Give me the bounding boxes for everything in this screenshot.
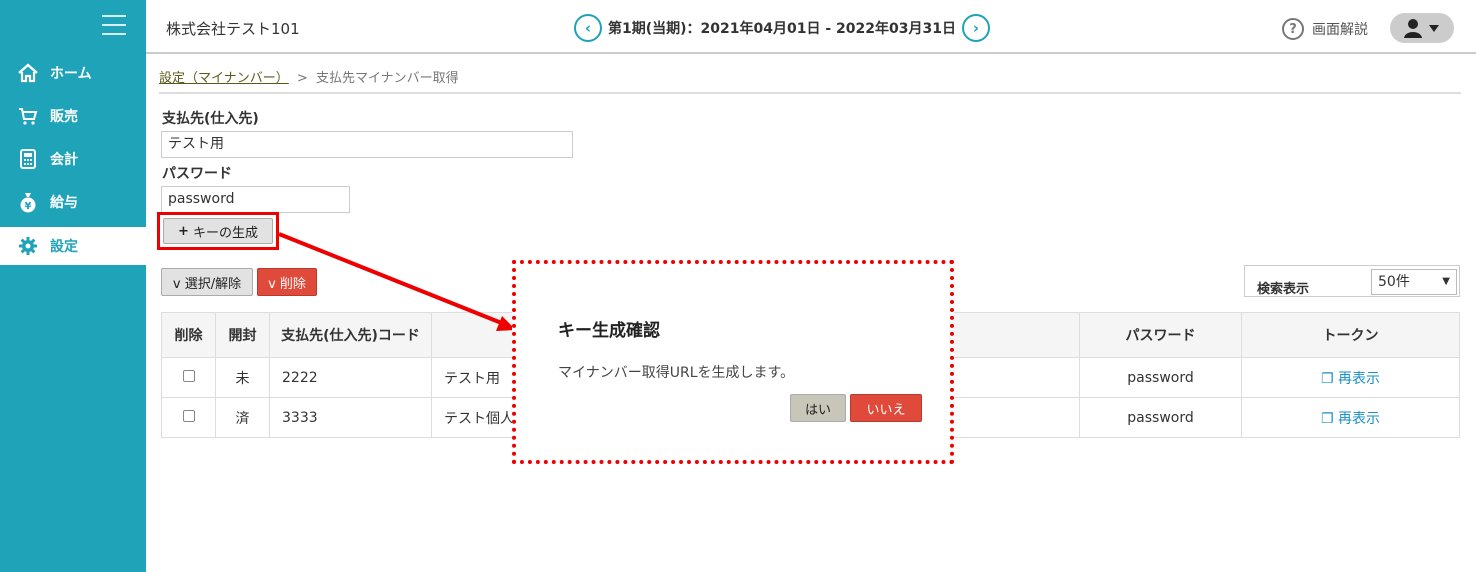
password-input[interactable]: password — [161, 186, 350, 213]
confirm-dialog-highlight: キー生成確認 マイナンバー取得URLを生成します。 はい いいえ — [512, 260, 954, 464]
column-header: トークン — [1241, 312, 1460, 358]
user-menu-button[interactable] — [1390, 13, 1454, 43]
sidebar-item-payroll[interactable]: ¥ 給与 — [0, 183, 146, 221]
search-display-label: 検索表示 — [1257, 282, 1310, 297]
question-icon: ? — [1282, 18, 1304, 40]
help-link[interactable]: ? 画面解説 — [1282, 18, 1368, 40]
delete-cell — [161, 397, 216, 438]
delete-button[interactable]: v 削除 — [257, 268, 317, 296]
breadcrumb: 設定（マイナンバー） > 支払先マイナンバー取得 — [159, 67, 459, 86]
copy-icon: ❐ — [1320, 410, 1338, 427]
sidebar-item-settings[interactable]: 設定 — [0, 227, 146, 265]
breadcrumb-separator: > — [296, 71, 308, 86]
plus-icon: + — [178, 223, 189, 239]
select-toggle-button[interactable]: v 選択/解除 — [161, 268, 253, 296]
next-period-button[interactable]: › — [961, 14, 990, 42]
breadcrumb-current: 支払先マイナンバー取得 — [315, 71, 459, 86]
sidebar-item-label: 設定 — [50, 239, 78, 255]
search-display-panel: 検索表示 50件 ▼ — [1244, 265, 1460, 297]
column-header: 開封 — [215, 312, 270, 358]
menu-toggle-icon[interactable] — [102, 15, 126, 35]
no-button[interactable]: いいえ — [850, 394, 922, 422]
opened-cell: 済 — [215, 397, 270, 438]
column-header: 削除 — [161, 312, 216, 358]
dialog-title: キー生成確認 — [558, 321, 660, 341]
code-cell: 3333 — [269, 397, 432, 438]
per-page-select[interactable]: 50件 ▼ — [1371, 269, 1457, 295]
previous-period-button[interactable]: ‹ — [574, 14, 602, 42]
token-cell: ❐ 再表示 — [1241, 397, 1460, 438]
token-redisplay-link[interactable]: ❐ 再表示 — [1321, 371, 1380, 387]
token-link-label: 再表示 — [1338, 410, 1380, 427]
payee-input[interactable]: テスト用 — [161, 131, 573, 158]
password-cell: password — [1079, 357, 1242, 398]
sidebar-item-sales[interactable]: 販売 — [0, 97, 146, 135]
highlight-box: + キーの生成 — [157, 212, 279, 250]
caret-down-icon: ▼ — [1442, 276, 1450, 287]
payee-label: 支払先(仕入先) — [162, 111, 259, 127]
generate-key-button[interactable]: + キーの生成 — [163, 218, 273, 244]
yes-button[interactable]: はい — [790, 394, 846, 422]
per-page-value: 50件 — [1378, 274, 1410, 290]
sidebar-item-home[interactable]: ホーム — [0, 54, 146, 92]
sidebar-item-label: 会計 — [50, 152, 78, 168]
token-redisplay-link[interactable]: ❐ 再表示 — [1321, 411, 1380, 427]
top-bar: 株式会社テスト101 ‹ 第1期(当期)：2021年04月01日 - 2022年… — [146, 0, 1476, 54]
user-icon — [1404, 19, 1439, 38]
column-header: 支払先(仕入先)コード — [269, 312, 432, 358]
period-selector: ‹ 第1期(当期)：2021年04月01日 - 2022年03月31日 › — [574, 14, 990, 42]
breadcrumb-parent-link[interactable]: 設定（マイナンバー） — [159, 71, 289, 86]
confirm-dialog: キー生成確認 マイナンバー取得URLを生成します。 はい いいえ — [522, 270, 944, 454]
sidebar: ホーム 販売 会計 ¥ 給与 設定 — [0, 0, 146, 572]
dialog-message: マイナンバー取得URLを生成します。 — [558, 365, 795, 381]
token-cell: ❐ 再表示 — [1241, 357, 1460, 398]
password-label: パスワード — [162, 166, 232, 182]
code-cell: 2222 — [269, 357, 432, 398]
chevron-left-icon: ‹ — [584, 19, 592, 37]
gear-icon — [16, 234, 40, 258]
calculator-icon — [16, 147, 40, 171]
svg-text:¥: ¥ — [25, 201, 32, 212]
opened-cell: 未 — [215, 357, 270, 398]
cart-icon — [16, 104, 40, 128]
delete-checkbox[interactable] — [182, 409, 195, 422]
copy-icon: ❐ — [1320, 370, 1338, 387]
sidebar-item-label: 給与 — [50, 195, 78, 211]
divider — [159, 92, 1461, 94]
delete-cell — [161, 357, 216, 398]
token-link-label: 再表示 — [1338, 370, 1380, 387]
password-cell: password — [1079, 397, 1242, 438]
delete-checkbox[interactable] — [182, 369, 195, 382]
chevron-right-icon: › — [972, 19, 980, 37]
help-label: 画面解説 — [1312, 22, 1368, 38]
sidebar-item-label: 販売 — [50, 109, 78, 125]
period-label: 第1期(当期)：2021年04月01日 - 2022年03月31日 — [608, 21, 956, 37]
sidebar-item-accounting[interactable]: 会計 — [0, 140, 146, 178]
sidebar-item-label: ホーム — [50, 66, 92, 82]
home-icon — [16, 61, 40, 85]
company-name: 株式会社テスト101 — [166, 20, 300, 38]
column-header: パスワード — [1079, 312, 1242, 358]
generate-key-label: キーの生成 — [192, 225, 258, 241]
money-bag-icon: ¥ — [16, 190, 40, 214]
